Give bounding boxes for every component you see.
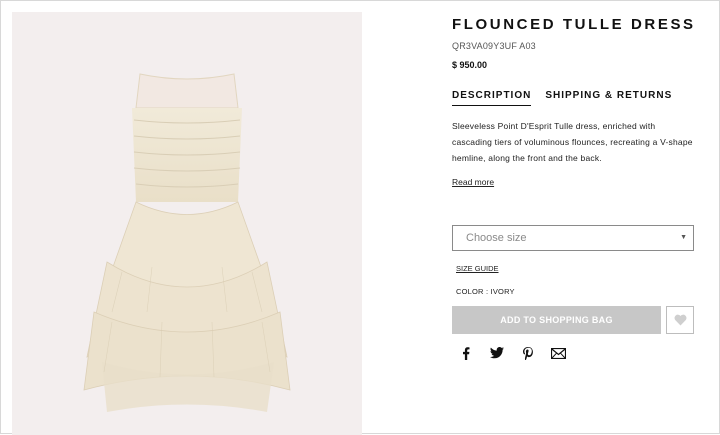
color-label: COLOR :: [456, 287, 489, 296]
twitter-icon[interactable]: [488, 346, 505, 360]
product-price: $ 950.00: [452, 60, 488, 70]
read-more-link[interactable]: Read more: [452, 177, 494, 187]
product-sku: QR3VA09Y3UF A03: [452, 41, 536, 51]
color-value: IVORY: [490, 287, 515, 296]
size-guide-link[interactable]: SIZE GUIDE: [456, 264, 499, 273]
add-to-bag-button[interactable]: ADD TO SHOPPING BAG: [452, 306, 661, 334]
product-image[interactable]: [12, 12, 362, 435]
dress-illustration: [83, 73, 291, 412]
info-tabs: DESCRIPTION SHIPPING & RETURNS: [452, 90, 672, 106]
tab-shipping-returns[interactable]: SHIPPING & RETURNS: [545, 90, 672, 106]
pinterest-icon[interactable]: [519, 346, 536, 360]
product-description: Sleeveless Point D'Esprit Tulle dress, e…: [452, 121, 693, 163]
product-title: FLOUNCED TULLE DRESS: [452, 16, 696, 33]
wishlist-button[interactable]: [666, 306, 694, 334]
facebook-icon[interactable]: [457, 346, 474, 360]
size-select[interactable]: Choose size ▼: [452, 225, 694, 251]
size-select-placeholder: Choose size: [466, 232, 527, 244]
color-info: COLOR : IVORY: [456, 287, 515, 296]
chevron-down-icon: ▼: [680, 234, 687, 241]
tab-description[interactable]: DESCRIPTION: [452, 90, 532, 106]
email-icon[interactable]: [550, 346, 567, 360]
heart-icon: [674, 314, 686, 326]
share-icons: [457, 346, 567, 360]
